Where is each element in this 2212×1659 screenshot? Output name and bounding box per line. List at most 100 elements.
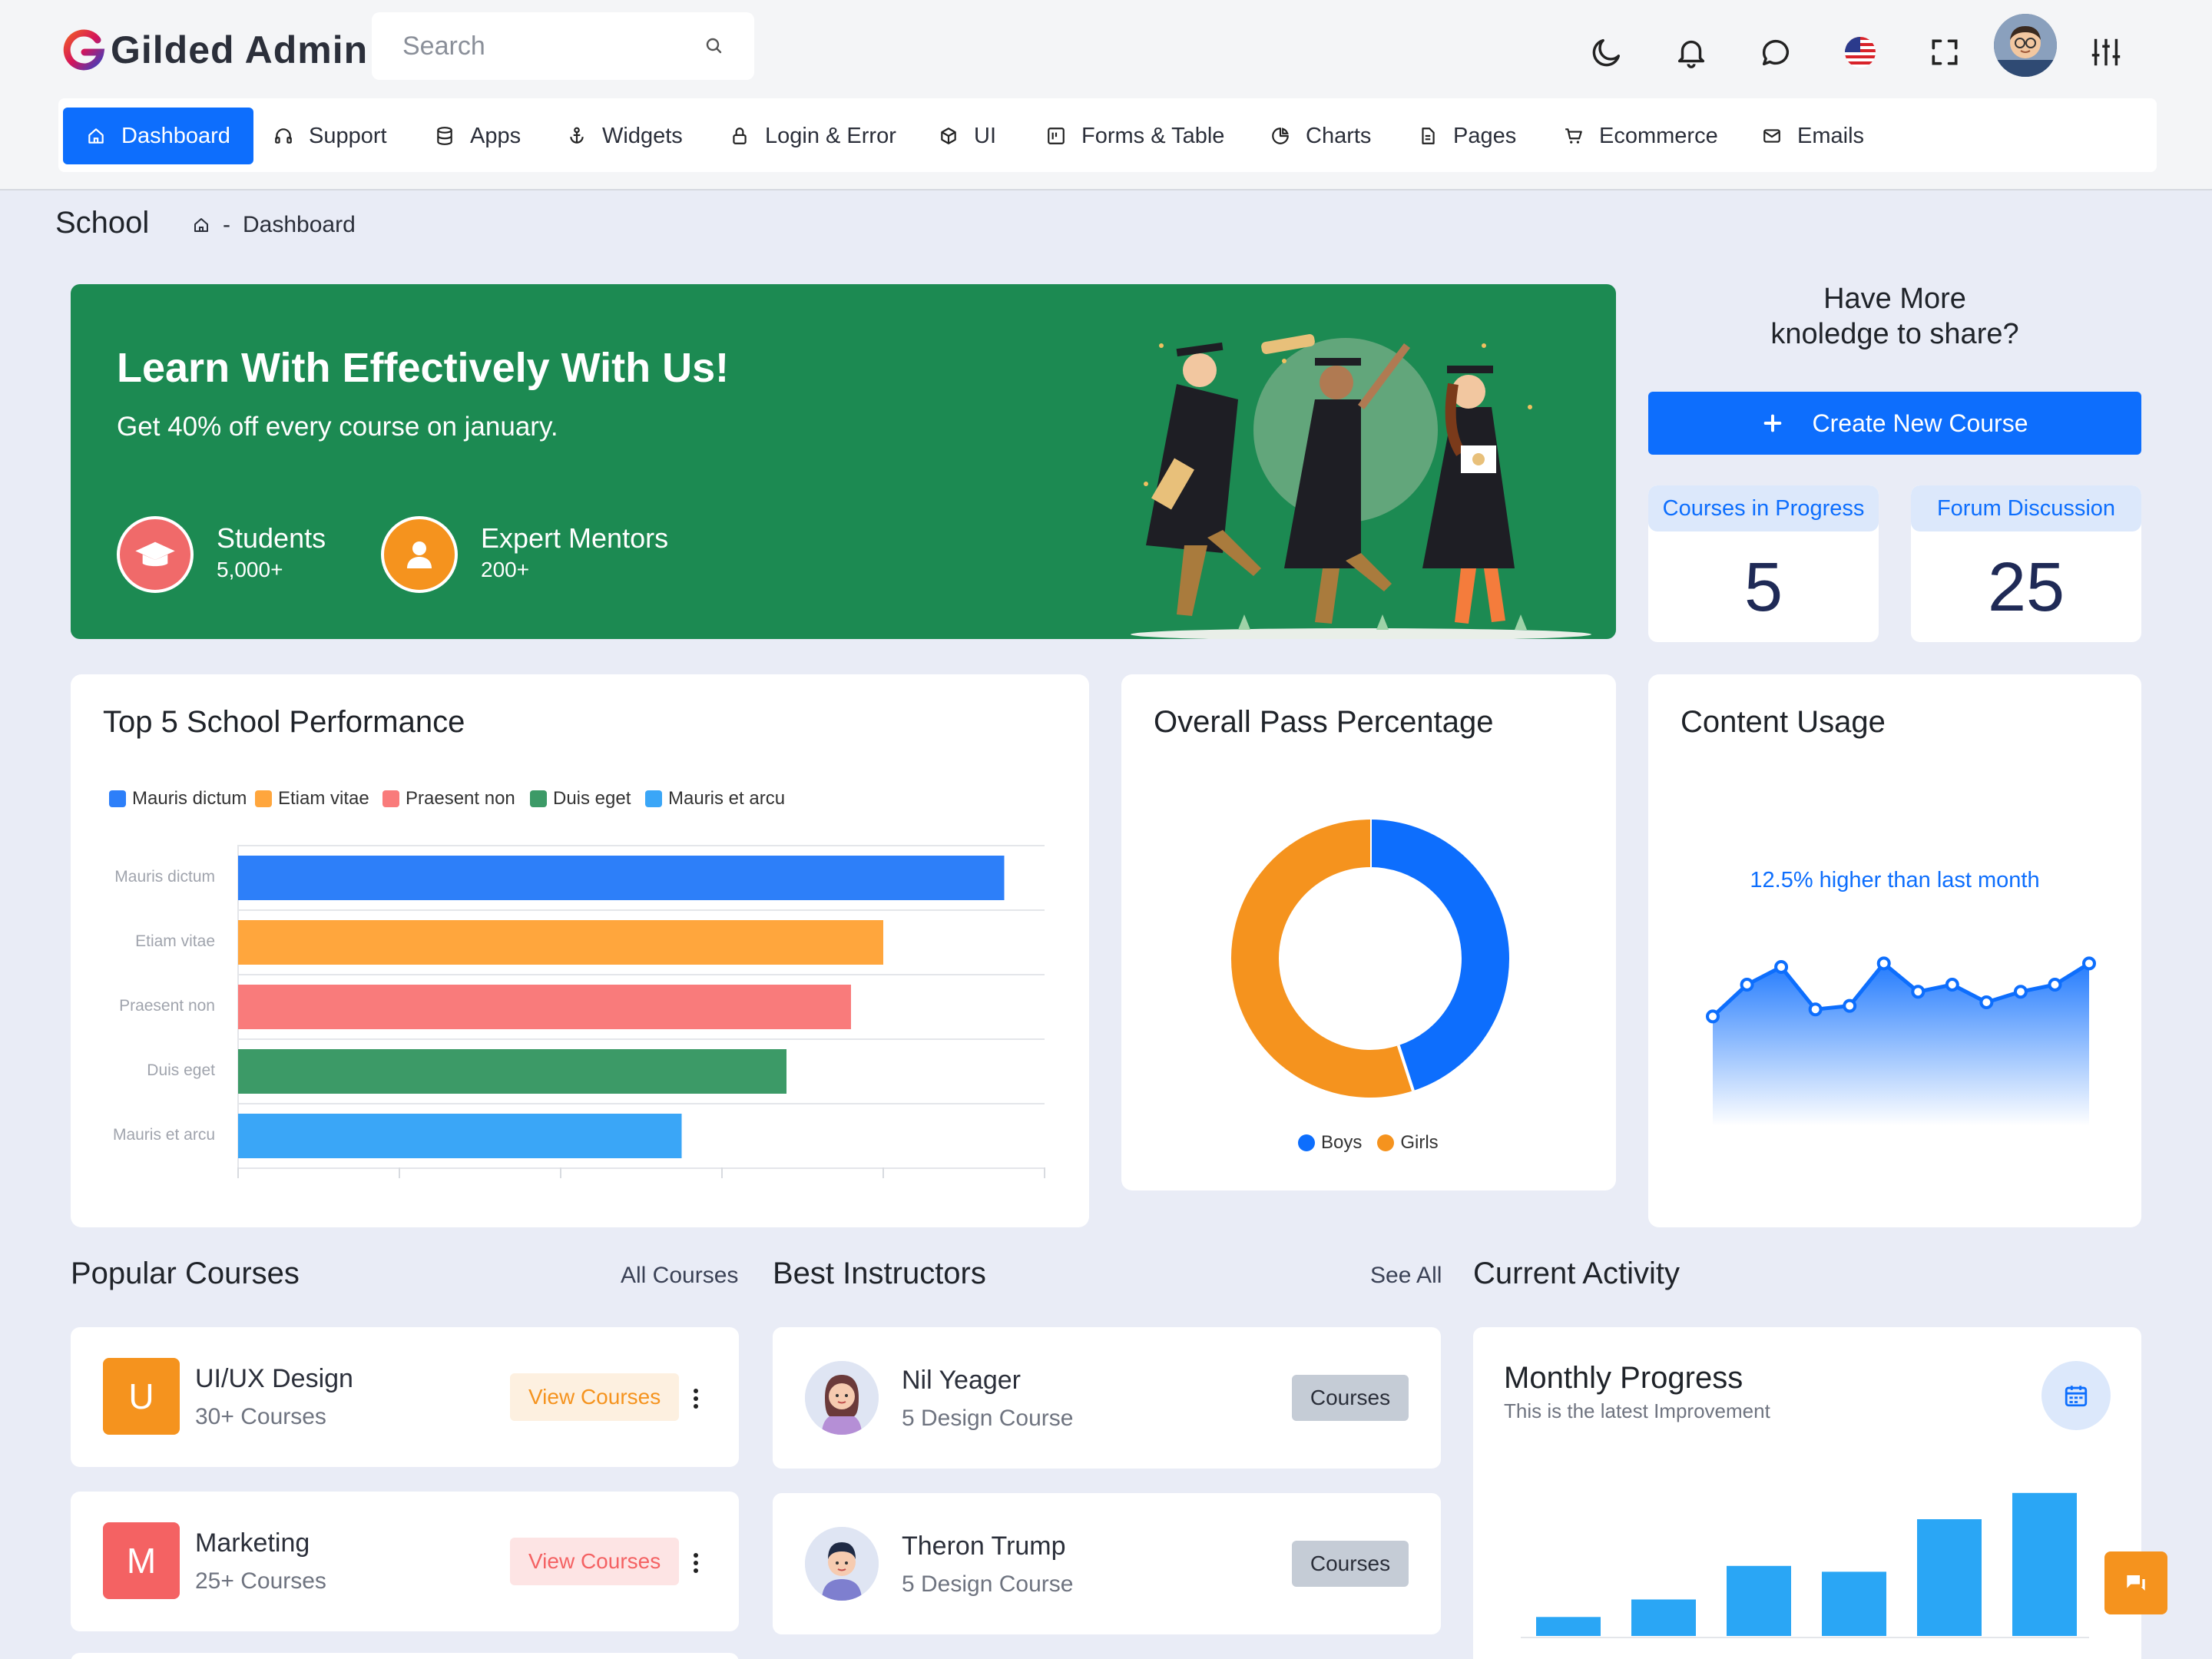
legend-label: Praesent non bbox=[406, 788, 515, 809]
month-bar bbox=[1822, 1571, 1886, 1636]
usage-area-chart bbox=[1706, 956, 2096, 1126]
banner-title: Learn With Effectively With Us! bbox=[117, 345, 730, 391]
more-options-icon[interactable] bbox=[693, 1387, 699, 1410]
instructor-avatar bbox=[805, 1527, 879, 1601]
courses-in-progress-card[interactable]: Courses in Progress 5 bbox=[1648, 485, 1879, 642]
pass-title: Overall Pass Percentage bbox=[1154, 705, 1494, 739]
menu-item-apps[interactable]: Apps bbox=[435, 108, 521, 164]
legend-item[interactable]: Duis eget bbox=[530, 788, 631, 810]
course-count: 25+ Courses bbox=[195, 1568, 326, 1594]
menu-item-forms-table[interactable]: Forms & Table bbox=[1046, 108, 1224, 164]
legend-item[interactable]: Mauris et arcu bbox=[645, 788, 785, 810]
performance-title: Top 5 School Performance bbox=[103, 705, 465, 739]
page-title: School bbox=[55, 206, 150, 240]
popular-courses-title: Popular Courses bbox=[71, 1257, 300, 1290]
home-icon[interactable] bbox=[192, 216, 210, 234]
area-point bbox=[1876, 956, 1891, 971]
bell-icon[interactable] bbox=[1670, 31, 1713, 74]
legend-item[interactable]: Mauris dictum bbox=[109, 788, 247, 810]
menu-item-login-error[interactable]: Login & Error bbox=[730, 108, 896, 164]
instructor-item[interactable]: Nil Yeager 5 Design Course Courses bbox=[773, 1327, 1441, 1469]
brand-logo[interactable]: Gilded Admin bbox=[61, 23, 368, 77]
menu-item-dashboard[interactable]: Dashboard bbox=[63, 108, 253, 164]
stat-label-mentors: Expert Mentors bbox=[481, 522, 669, 554]
menu-label: Apps bbox=[470, 123, 522, 148]
instructor-name: Theron Trump bbox=[902, 1532, 1066, 1561]
month-bar bbox=[1631, 1599, 1696, 1636]
home-icon bbox=[86, 126, 106, 146]
legend-item[interactable]: Boys bbox=[1298, 1132, 1362, 1154]
legend-label: Etiam vitae bbox=[278, 788, 369, 809]
course-item[interactable]: U UI/UX Design 30+ Courses View Courses bbox=[71, 1327, 739, 1467]
monthly-progress-title: Monthly Progress bbox=[1504, 1361, 1743, 1395]
mini-card-label: Courses in Progress bbox=[1648, 485, 1879, 531]
view-courses-button[interactable]: View Courses bbox=[510, 1373, 680, 1421]
pass-legend: Boys Girls bbox=[1298, 1132, 1454, 1154]
menu-label: Support bbox=[309, 123, 387, 148]
menu-item-emails[interactable]: Emails bbox=[1762, 108, 1864, 164]
legend-swatch bbox=[1298, 1134, 1315, 1151]
month-bar bbox=[1727, 1565, 1791, 1636]
menu-label: Widgets bbox=[602, 123, 683, 148]
see-all-link[interactable]: See All bbox=[1370, 1263, 1442, 1289]
legend-swatch bbox=[1377, 1134, 1395, 1151]
database-icon bbox=[435, 126, 455, 146]
legend-item[interactable]: Praesent non bbox=[382, 788, 515, 810]
instructor-course-count: 5 Design Course bbox=[902, 1571, 1074, 1597]
instructor-courses-button[interactable]: Courses bbox=[1292, 1375, 1409, 1421]
fullscreen-icon[interactable] bbox=[1923, 31, 1966, 74]
search-icon[interactable] bbox=[705, 37, 724, 55]
legend-label: Girls bbox=[1400, 1132, 1439, 1153]
course-item[interactable]: M Marketing 25+ Courses View Courses bbox=[71, 1492, 739, 1631]
mini-card-value: 5 bbox=[1743, 549, 1783, 626]
area-point bbox=[1843, 998, 1857, 1013]
category-label: Duis eget bbox=[147, 1061, 215, 1079]
headphones-icon bbox=[273, 126, 293, 146]
lock-icon bbox=[730, 126, 750, 146]
menu-item-pages[interactable]: Pages bbox=[1418, 108, 1516, 164]
create-course-button[interactable]: Create New Course bbox=[1648, 392, 2141, 455]
all-courses-link[interactable]: All Courses bbox=[621, 1263, 738, 1289]
moon-icon[interactable] bbox=[1585, 31, 1628, 74]
area-point bbox=[1774, 960, 1789, 974]
legend-item[interactable]: Girls bbox=[1377, 1132, 1439, 1154]
category-label: Etiam vitae bbox=[135, 932, 215, 950]
box-icon bbox=[939, 126, 959, 146]
performance-bar-chart bbox=[237, 845, 1045, 1178]
more-options-icon[interactable] bbox=[693, 1551, 699, 1575]
area-point bbox=[1911, 985, 1926, 999]
month-bar bbox=[1917, 1519, 1982, 1636]
cart-icon bbox=[1564, 126, 1584, 146]
search-input[interactable] bbox=[402, 29, 694, 63]
category-label: Mauris dictum bbox=[114, 868, 215, 886]
search-box[interactable] bbox=[372, 12, 754, 80]
calendar-icon[interactable] bbox=[2041, 1361, 2111, 1430]
area-point bbox=[1808, 1002, 1823, 1017]
bar-duis-eget bbox=[238, 1049, 786, 1094]
menu-item-charts[interactable]: Charts bbox=[1270, 108, 1371, 164]
banner-subtitle: Get 40% off every course on january. bbox=[117, 412, 558, 442]
promo-banner: Learn With Effectively With Us! Get 40% … bbox=[71, 284, 1616, 639]
menu-item-widgets[interactable]: Widgets bbox=[567, 108, 683, 164]
chat-icon[interactable] bbox=[1754, 31, 1797, 74]
menu-label: Pages bbox=[1453, 123, 1517, 148]
legend-label: Mauris dictum bbox=[132, 788, 247, 809]
chat-fab-button[interactable] bbox=[2104, 1551, 2167, 1614]
menu-item-ui[interactable]: UI bbox=[939, 108, 996, 164]
area-point bbox=[2048, 978, 2062, 992]
forum-discussion-card[interactable]: Forum Discussion 25 bbox=[1911, 485, 2141, 642]
view-courses-button[interactable]: View Courses bbox=[510, 1538, 680, 1585]
legend-swatch bbox=[530, 790, 547, 807]
course-item[interactable] bbox=[71, 1653, 739, 1659]
bar-mauris-et-arcu bbox=[238, 1114, 682, 1158]
instructor-item[interactable]: Theron Trump 5 Design Course Courses bbox=[773, 1493, 1441, 1634]
instructor-courses-button[interactable]: Courses bbox=[1292, 1541, 1409, 1587]
settings-sliders-icon[interactable] bbox=[2085, 31, 2128, 74]
us-flag-icon[interactable] bbox=[1839, 31, 1882, 74]
user-avatar[interactable] bbox=[1994, 14, 2057, 77]
menu-item-ecommerce[interactable]: Ecommerce bbox=[1564, 108, 1718, 164]
breadcrumb-separator: - bbox=[223, 212, 230, 237]
legend-label: Duis eget bbox=[553, 788, 631, 809]
legend-item[interactable]: Etiam vitae bbox=[255, 788, 369, 810]
menu-item-support[interactable]: Support bbox=[273, 108, 387, 164]
